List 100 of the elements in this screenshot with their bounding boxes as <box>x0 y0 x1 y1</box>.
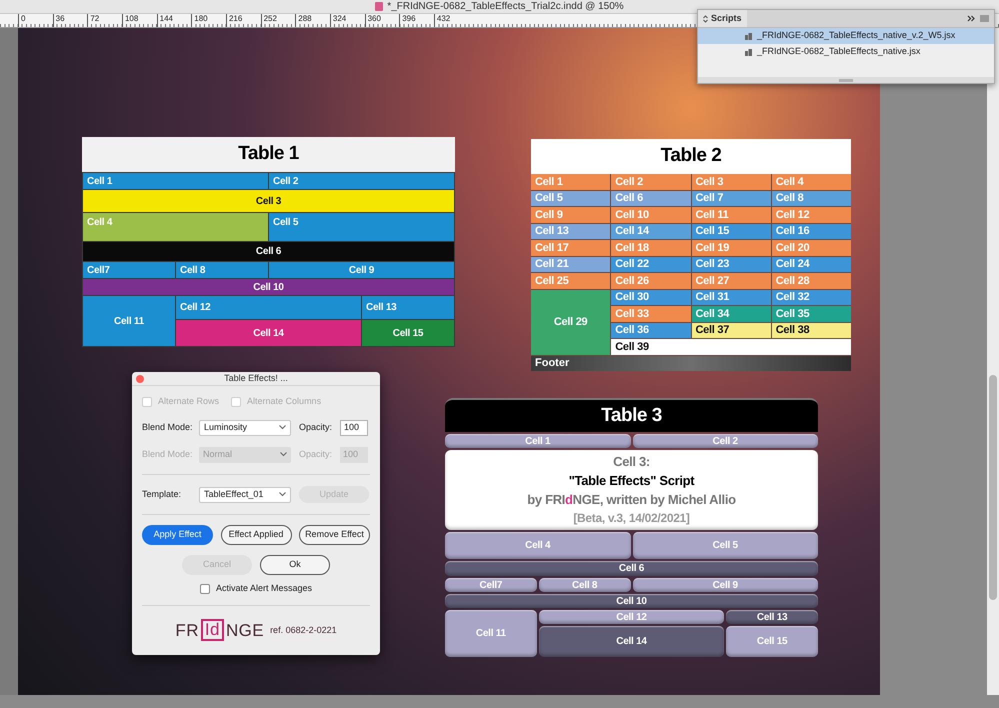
table-cell: Cell 12 <box>538 610 724 624</box>
effect-button[interactable]: Apply Effect <box>142 525 213 545</box>
collapse-arrows-icon <box>703 14 708 22</box>
field-label: Blend Mode: <box>142 448 194 461</box>
table-cell: Cell 5 <box>269 213 454 241</box>
field-label: Opacity: <box>299 420 334 434</box>
table-cell: Cell 36 <box>611 322 690 338</box>
table-cell: Cell 15 <box>692 224 771 239</box>
table-cell: Cell 4 <box>445 532 630 559</box>
table-cell: Cell 10 <box>611 207 690 222</box>
table-cell: Cell 27 <box>692 273 771 288</box>
table-cell: Cell 9 <box>269 262 454 278</box>
table-cell: Cell 12 <box>772 207 851 222</box>
script-item[interactable]: _FRIdNGE-0682_TableEffects_native_v.2_W5.jsx <box>698 28 994 44</box>
script-icon <box>744 32 753 40</box>
caret-icon <box>280 452 287 457</box>
table-cell: Cell 9 <box>531 207 610 222</box>
ruler-label: 324 <box>332 14 346 25</box>
dialog-button[interactable]: Ok <box>260 555 330 575</box>
menu-icon[interactable] <box>980 15 989 22</box>
script-item[interactable]: _FRIdNGE-0682_TableEffects_native.jsx <box>698 44 994 60</box>
table-cell: Cell 5 <box>531 190 610 206</box>
table-cell: Cell 1 <box>445 434 630 448</box>
table-cell: Cell 6 <box>83 242 454 261</box>
table-title: Table 1 <box>82 137 455 172</box>
table-cell: Cell 20 <box>772 240 851 256</box>
field-label: Template: <box>142 488 182 501</box>
table-cell: Cell 5 <box>632 532 818 559</box>
table-cell: Cell 7 <box>692 190 771 206</box>
table-cell: Cell 22 <box>611 256 690 272</box>
table-cell: Cell 18 <box>611 240 690 256</box>
cell-text: by FRIdNGE, written by Michel Allio <box>527 491 736 509</box>
table-cell: Cell 25 <box>531 273 610 288</box>
table-cell: Cell 30 <box>611 290 690 305</box>
caret-icon <box>279 492 286 497</box>
table-cell: Cell 1 <box>531 174 610 190</box>
table-cell: Cell 1 <box>83 173 268 189</box>
table-footer: Footer <box>531 356 851 371</box>
table-cell: Cell 39 <box>611 339 851 354</box>
ruler-label: 72 <box>89 14 100 25</box>
opacity-field[interactable]: 100 <box>340 420 368 436</box>
table-cell: Cell 35 <box>772 306 851 322</box>
table-cell: Cell 9 <box>632 578 818 592</box>
table-cell: Cell 11 <box>83 296 175 346</box>
scrollbar[interactable] <box>987 28 999 695</box>
double-chevron-icon[interactable] <box>967 15 975 22</box>
checkbox[interactable] <box>200 584 210 594</box>
table-cell: Cell 29 <box>531 290 610 354</box>
effect-button[interactable]: Remove Effect <box>299 525 370 545</box>
table-cell: Cell 38 <box>772 322 851 338</box>
reference-text: ref. 0682-2-0221 <box>270 624 337 636</box>
table-cell: Cell 4 <box>83 213 268 241</box>
effect-button[interactable]: Effect Applied <box>220 525 292 545</box>
ruler-label: 252 <box>262 14 277 25</box>
fringe-logo: FR Id NGE <box>175 618 264 643</box>
table-cell: Cell 31 <box>692 290 771 305</box>
table-cell: Cell 34 <box>692 306 771 322</box>
table-cell: Cell 12 <box>176 296 361 319</box>
table-cell: Cell 11 <box>692 207 771 222</box>
scrollbar-thumb[interactable] <box>989 375 997 600</box>
panel-tab[interactable]: Scripts <box>698 10 747 27</box>
table-cell: Cell 13 <box>726 610 818 624</box>
caret-icon <box>279 425 286 430</box>
ruler-label: 216 <box>228 14 242 25</box>
field-label: Opacity: <box>299 448 334 461</box>
cell-text: [Beta, v.3, 14/02/2021] <box>573 510 690 527</box>
blend-mode-select[interactable]: Luminosity <box>199 420 291 436</box>
table-cell: Cell7 <box>445 578 537 592</box>
table-cell: Cell 23 <box>692 256 771 272</box>
table-cell: Cell 15 <box>362 320 454 346</box>
table-cell: Cell 15 <box>726 626 818 657</box>
cell-text: "Table Effects" Script <box>568 472 694 490</box>
table-title: Table 2 <box>531 139 851 174</box>
table-cell: Cell 6 <box>445 561 818 576</box>
ruler-label: 432 <box>436 14 450 25</box>
ruler-label: 144 <box>158 14 173 25</box>
table-cell: Cell 2 <box>611 174 690 190</box>
ruler-label: 180 <box>193 14 208 25</box>
table-cell: Cell 19 <box>692 240 771 256</box>
table-cell: Cell7 <box>83 262 175 278</box>
ruler-label: 36 <box>54 14 65 25</box>
close-button[interactable] <box>136 375 144 383</box>
template-select[interactable]: TableEffect_01 <box>199 486 291 502</box>
table-cell: Cell 2 <box>632 434 818 448</box>
table-cell: Cell 14 <box>538 626 724 657</box>
table-cell: Cell 3 <box>692 174 771 190</box>
table-cell: Cell 14 <box>176 320 361 346</box>
ruler-label: 288 <box>297 14 312 25</box>
resize-handle[interactable] <box>839 78 853 82</box>
table-cell: Cell 32 <box>772 290 851 305</box>
table-cell: Cell 10 <box>83 279 454 295</box>
table-cell: Cell 2 <box>269 173 454 189</box>
field-label: Blend Mode: <box>142 420 194 434</box>
table-cell: Cell 8 <box>538 578 630 592</box>
table-cell: Cell 13 <box>531 224 610 239</box>
table-cell: Cell 4 <box>772 174 851 190</box>
table-cell: Cell 17 <box>531 240 610 256</box>
table-cell: Cell 8 <box>772 190 851 206</box>
document-icon <box>375 2 384 11</box>
table-cell: Cell 21 <box>531 256 610 272</box>
